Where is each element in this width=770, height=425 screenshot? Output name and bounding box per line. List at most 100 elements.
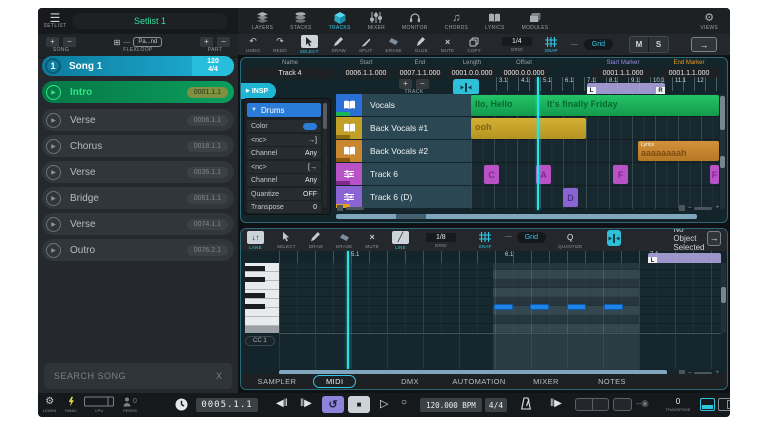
section-row-verse-2[interactable]: ▶ Verse 0036.1.1 (42, 161, 234, 183)
tab-notes[interactable]: NOTES (589, 375, 635, 388)
glue-tool-button[interactable]: GLUE (415, 36, 428, 53)
song-row-current[interactable]: 1 Song 1 120 4/4 (42, 56, 234, 76)
tab-sampler[interactable]: SAMPLER (251, 375, 303, 388)
master-solo-button[interactable]: S (649, 37, 668, 52)
track-row-back-vocals-1[interactable]: Back Vocals #1 (336, 117, 471, 139)
editor-grid-control[interactable]: 1/8 GRID (426, 233, 456, 248)
add-song-button[interactable]: + (46, 37, 59, 47)
lane-tool-button[interactable]: ↓↑ LANE (247, 231, 264, 250)
piano-keys[interactable] (245, 263, 279, 333)
split-tool-button[interactable]: SPLIT (359, 36, 373, 53)
inspector-quantize-row[interactable]: Quantize OFF (247, 188, 321, 200)
arrange-clip-grid[interactable]: llo, Hello It's finally Friday ooh Lyric… (471, 94, 719, 209)
tab-lyrics[interactable]: LYRICS (485, 11, 505, 31)
inspector-transpose-row[interactable]: Transpose 0 (247, 201, 321, 213)
tab-mixer[interactable]: MIXER (523, 375, 569, 388)
copy-tool-button[interactable]: COPY (467, 36, 481, 53)
tab-monitor[interactable]: MONITOR (402, 11, 428, 31)
section-row-verse-3[interactable]: ▶ Verse 0074.1.1 (42, 213, 234, 235)
peers-indicator[interactable]: 0 PEERS (123, 396, 137, 413)
editor-mute-tool[interactable]: × MUTE (365, 232, 379, 249)
inspector-color-row[interactable]: Color (247, 120, 321, 132)
midi-note-grid[interactable] (279, 263, 721, 333)
transpose-control[interactable]: 0 TRANSPOSE (660, 397, 696, 412)
tab-mixer[interactable]: MIXER (368, 11, 385, 31)
redo-button[interactable]: ↷ REDO (273, 36, 287, 53)
midi-note[interactable] (530, 304, 549, 310)
inspector-toggle-button[interactable]: ▶ INSP (241, 83, 276, 99)
play-section-icon[interactable]: ▶ (46, 85, 61, 100)
black-key[interactable] (245, 293, 265, 298)
inspector-output-channel-row[interactable]: Channel Any (247, 174, 321, 186)
inspector-input-channel-row[interactable]: Channel Any (247, 147, 321, 159)
cc-lane-selector[interactable]: CC 1 (245, 336, 275, 346)
track-row-vocals[interactable]: Vocals (336, 94, 471, 116)
editor-auto-scroll-button[interactable] (607, 230, 621, 246)
note-clip-f[interactable]: F (613, 165, 628, 184)
loop-region[interactable] (587, 83, 665, 94)
tab-layers[interactable]: LAYERS (252, 11, 273, 31)
patch-selector[interactable]: ▼ Drums (247, 103, 321, 117)
pedal-switch-1[interactable] (575, 398, 609, 411)
stop-button[interactable]: ■ (348, 396, 370, 413)
editor-loop-region[interactable] (648, 253, 721, 263)
loop-button[interactable]: ↺ (322, 396, 344, 413)
add-track-button[interactable]: + (399, 79, 412, 89)
layout-full-button[interactable] (718, 398, 730, 411)
record-button[interactable]: ○ (401, 397, 407, 408)
inspector-scrollbar[interactable] (323, 103, 327, 208)
editor-vscrollbar[interactable] (721, 263, 726, 333)
tab-tracks[interactable]: TRACKS (329, 11, 351, 31)
tab-modules[interactable]: MODULES (522, 11, 549, 31)
line-tool-button[interactable]: ╱ LINE (392, 231, 409, 250)
inspector-input-port-row[interactable]: <nc> →] (247, 134, 321, 146)
layout-split-button[interactable] (700, 398, 715, 411)
play-section-icon[interactable]: ▶ (46, 165, 61, 180)
step-back-button[interactable]: ◀‖ (276, 398, 288, 409)
note-clip-f2[interactable]: F (710, 165, 719, 184)
setlist-menu-button[interactable]: ☰ SETLIST (38, 13, 72, 29)
snap-control[interactable]: SNAP (545, 36, 558, 53)
tab-midi[interactable]: MIDI (313, 375, 356, 388)
step-forward-button[interactable]: ‖▶ (300, 398, 312, 409)
clock-icon[interactable] (175, 398, 188, 411)
clip-vocals[interactable]: llo, Hello It's finally Friday (471, 95, 719, 116)
bottom-key[interactable] (245, 326, 279, 333)
flexloop-icon[interactable]: ⊞ (114, 38, 121, 47)
erase-tool-button[interactable]: ERASE (386, 36, 402, 53)
clip-length-value[interactable]: 0001.0.0.000 (448, 68, 496, 79)
tab-dmx[interactable]: DMX (389, 375, 431, 388)
tempo-display[interactable]: 120.000 BPM (420, 398, 482, 412)
add-part-button[interactable]: + (200, 37, 213, 47)
remove-track-button[interactable]: − (416, 79, 429, 89)
search-clear-button[interactable]: X (216, 371, 222, 381)
position-display[interactable]: 0005.1.1 (196, 398, 258, 412)
metronome-button[interactable] (520, 397, 532, 410)
arrange-zoom-right[interactable]: –+ (679, 205, 719, 211)
play-button[interactable]: ▷ (380, 397, 388, 410)
section-row-bridge[interactable]: ▶ Bridge 0061.1.1 (42, 187, 234, 209)
color-swatch[interactable] (303, 123, 317, 130)
remove-part-button[interactable]: − (217, 37, 230, 47)
undo-button[interactable]: ↶ UNDO (246, 36, 260, 53)
clip-end-value[interactable]: 0007.1.1.000 (396, 68, 444, 79)
cc-lane[interactable] (279, 333, 721, 369)
snap-mode-pill[interactable]: Grid (584, 39, 613, 50)
midi-note[interactable] (567, 304, 586, 310)
editor-snap-mode-pill[interactable]: Grid (517, 232, 546, 243)
midi-note[interactable] (494, 304, 513, 310)
auto-play-button[interactable]: ‖▶ (550, 398, 562, 409)
play-section-icon[interactable]: ▶ (46, 113, 61, 128)
editor-erase-tool[interactable]: ERASE (336, 232, 352, 249)
clip-name-value[interactable]: Track 4 (246, 68, 334, 79)
midi-note[interactable] (604, 304, 623, 310)
clip-back-vocals-1[interactable]: ooh (471, 118, 586, 139)
editor-playhead[interactable] (347, 251, 349, 369)
black-key[interactable] (245, 277, 265, 282)
pedal-switch-2[interactable] (613, 398, 632, 411)
arrange-forward-button[interactable]: → (691, 37, 717, 52)
time-signature-display[interactable]: 4/4 (485, 398, 507, 412)
flexloop-value-field[interactable]: Pa...nd (133, 37, 162, 47)
black-key[interactable] (245, 304, 265, 309)
remove-song-button[interactable]: − (63, 37, 76, 47)
